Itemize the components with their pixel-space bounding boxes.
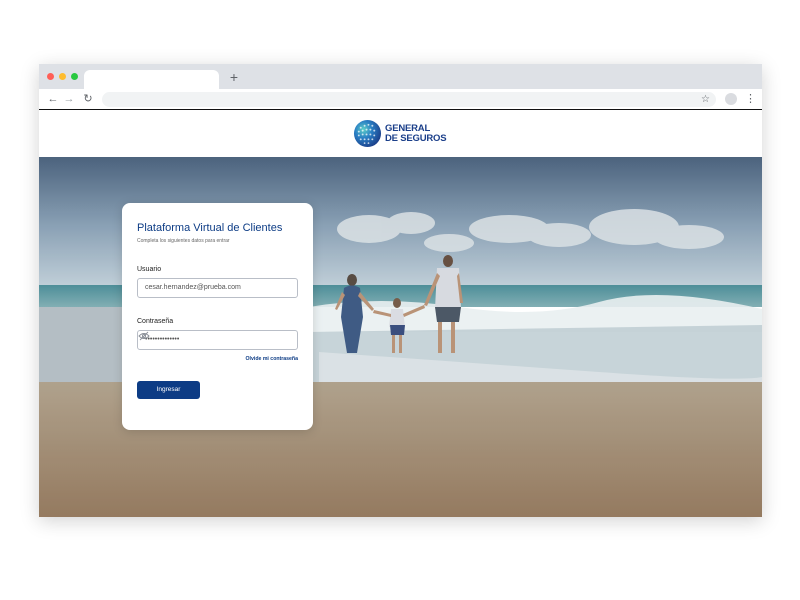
star-icon[interactable]: ☆ <box>701 92 710 107</box>
username-field[interactable]: cesar.hernandez@prueba.com <box>137 278 298 298</box>
hero-section: Plataforma Virtual de Clientes Completa … <box>39 157 762 517</box>
login-title: Plataforma Virtual de Clientes <box>137 222 283 234</box>
login-submit-button[interactable]: Ingresar <box>137 381 200 399</box>
password-field[interactable]: •••••••••••••• <box>137 330 298 350</box>
tab-strip: + <box>39 64 762 89</box>
password-label: Contraseña <box>137 318 174 325</box>
back-arrow-icon[interactable]: ← <box>47 92 59 106</box>
globe-logo-icon <box>353 119 382 148</box>
minimize-window-button[interactable] <box>59 73 66 80</box>
address-bar[interactable]: ☆ <box>102 92 716 107</box>
forward-arrow-icon[interactable]: → <box>63 92 75 106</box>
browser-toolbar: ← → ↻ ☆ ⋮ <box>39 89 762 110</box>
site-header: GENERAL DE SEGUROS <box>39 111 762 157</box>
maximize-window-button[interactable] <box>71 73 78 80</box>
eye-slash-icon[interactable] <box>138 331 150 341</box>
profile-icon[interactable] <box>725 93 737 105</box>
new-tab-button[interactable]: + <box>227 70 241 84</box>
kebab-menu-icon[interactable]: ⋮ <box>745 92 756 106</box>
password-value: •••••••••••••• <box>145 336 180 343</box>
brand-logo[interactable]: GENERAL DE SEGUROS <box>353 119 453 149</box>
close-window-button[interactable] <box>47 73 54 80</box>
reload-icon[interactable]: ↻ <box>82 92 94 106</box>
brand-name: GENERAL DE SEGUROS <box>385 124 447 144</box>
brand-name-line2: DE SEGUROS <box>385 133 447 144</box>
forgot-password-link[interactable]: Olvide mi contraseña <box>246 356 298 362</box>
browser-window: + ← → ↻ ☆ ⋮ GENERAL DE SEGUROS Plataform… <box>39 64 762 517</box>
login-subtitle: Completa los siguientes datos para entra… <box>137 238 230 244</box>
login-card: Plataforma Virtual de Clientes Completa … <box>122 203 313 430</box>
username-label: Usuario <box>137 266 162 273</box>
username-value: cesar.hernandez@prueba.com <box>145 284 241 291</box>
browser-tab[interactable] <box>84 70 219 89</box>
